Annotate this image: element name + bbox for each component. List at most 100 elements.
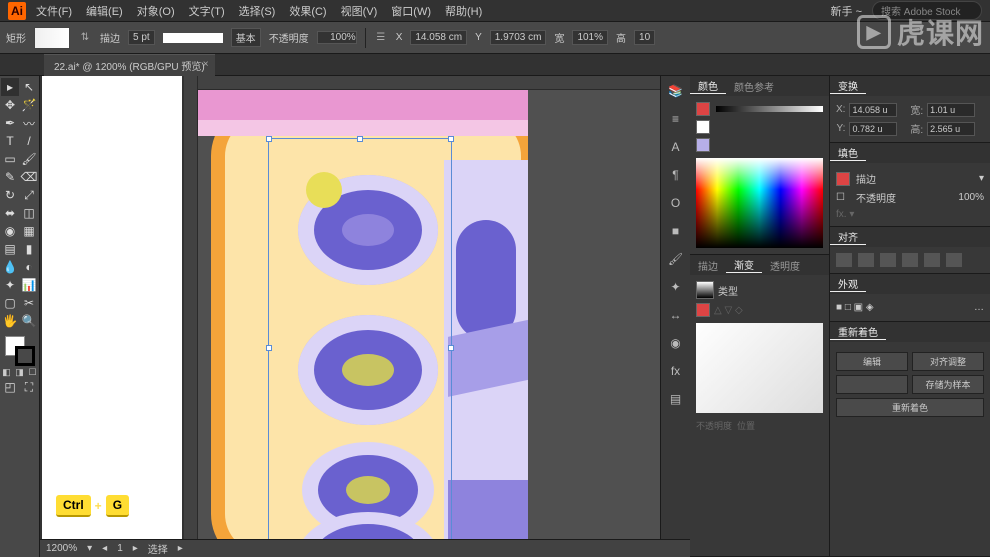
opacity-value[interactable]: 100% xyxy=(317,31,357,44)
tab-color-guide[interactable]: 颜色参考 xyxy=(726,79,782,94)
menu-view[interactable]: 视图(V) xyxy=(341,3,378,19)
recolor-save-btn[interactable]: 存储为样本 xyxy=(912,375,984,394)
nav-prev[interactable]: ◂ xyxy=(102,543,107,554)
h-value[interactable]: 10 xyxy=(634,30,655,45)
y-value[interactable]: 1.9703 cm xyxy=(490,30,547,45)
symbol-tool[interactable]: ✦ xyxy=(1,276,19,294)
blend-tool[interactable]: ◐ xyxy=(20,258,38,276)
curvature-tool[interactable]: 〰 xyxy=(20,114,38,132)
tab-color[interactable]: 颜色 xyxy=(690,78,726,94)
pen-tool[interactable]: ✒ xyxy=(1,114,19,132)
menu-file[interactable]: 文件(F) xyxy=(36,3,72,19)
w-value[interactable]: 101% xyxy=(572,30,608,45)
selection-tool[interactable]: ▸ xyxy=(1,78,19,96)
grad-fill[interactable] xyxy=(696,303,710,317)
symbols-icon[interactable]: ✦ xyxy=(667,278,685,296)
gradient-mode[interactable]: ◨ xyxy=(14,366,26,378)
character-icon[interactable]: A xyxy=(667,138,685,156)
nav-num[interactable]: 1 xyxy=(117,543,123,554)
align-left-icon[interactable] xyxy=(836,253,852,267)
canvas[interactable] xyxy=(184,76,690,557)
x-value[interactable]: 14.058 cm xyxy=(410,30,467,45)
color-spectrum[interactable] xyxy=(696,158,823,248)
color-slider[interactable] xyxy=(716,106,823,112)
align-center-h-icon[interactable] xyxy=(858,253,874,267)
stroke-indicator[interactable] xyxy=(696,120,710,134)
selection-bounding-box[interactable] xyxy=(268,138,452,557)
transform-icon[interactable]: ↔ xyxy=(667,306,685,324)
width-tool[interactable]: ⬌ xyxy=(1,204,19,222)
menu-effect[interactable]: 效果(C) xyxy=(289,3,326,19)
eraser-tool[interactable]: ⌫ xyxy=(20,168,38,186)
properties-icon[interactable]: ≡ xyxy=(667,110,685,128)
menu-help[interactable]: 帮助(H) xyxy=(445,3,482,19)
free-transform-tool[interactable]: ◫ xyxy=(20,204,38,222)
menu-window[interactable]: 窗口(W) xyxy=(391,3,431,19)
tab-align[interactable]: 对齐 xyxy=(830,229,866,245)
paragraph-icon[interactable]: ¶ xyxy=(667,166,685,184)
pencil-tool[interactable]: ✎ xyxy=(1,168,19,186)
handle-mr[interactable] xyxy=(448,345,454,351)
menu-edit[interactable]: 编辑(E) xyxy=(86,3,123,19)
search-stock[interactable]: 搜索 Adobe Stock xyxy=(872,1,982,20)
recolor-edit-btn[interactable]: 编辑 xyxy=(836,352,908,371)
graphic-styles-icon[interactable]: fx xyxy=(667,362,685,380)
ruler-vertical[interactable] xyxy=(184,76,198,557)
lasso-tool[interactable]: 🪄 xyxy=(20,96,38,114)
swap-icon[interactable]: ⇅ xyxy=(78,31,92,45)
none-mode[interactable]: ☐ xyxy=(27,366,39,378)
fill-none-icon[interactable] xyxy=(836,172,850,186)
tfm-h[interactable] xyxy=(927,122,975,136)
gradient-swatch[interactable] xyxy=(696,281,714,299)
recolor-blank-btn[interactable] xyxy=(836,375,908,394)
tab-stroke[interactable]: 描边 xyxy=(690,258,726,273)
draw-mode[interactable]: ◰ xyxy=(1,378,19,396)
stroke-weight[interactable]: 5 pt xyxy=(128,30,155,45)
tab-gradient[interactable]: 渐变 xyxy=(726,257,762,273)
appearance-icon[interactable]: ◉ xyxy=(667,334,685,352)
tab-transparency[interactable]: 透明度 xyxy=(762,258,808,273)
zoom-level[interactable]: 1200% xyxy=(46,543,77,554)
zoom-tool[interactable]: 🔍 xyxy=(20,312,38,330)
gradient-tool[interactable]: ▮ xyxy=(20,240,38,258)
recolor-main-btn[interactable]: 重新着色 xyxy=(836,398,984,417)
fill-swatch[interactable] xyxy=(34,27,70,49)
user-label[interactable]: 新手 ~ xyxy=(831,3,862,19)
menu-select[interactable]: 选择(S) xyxy=(239,3,276,19)
artboard-tool[interactable]: ▢ xyxy=(1,294,19,312)
nav-next[interactable]: ▸ xyxy=(133,543,138,554)
color-swatch[interactable] xyxy=(696,138,710,152)
tab-appearance[interactable]: 外观 xyxy=(830,276,866,292)
handle-tr[interactable] xyxy=(448,136,454,142)
tab-transform[interactable]: 变换 xyxy=(830,78,866,94)
gradient-preview[interactable] xyxy=(696,323,823,413)
recolor-adjust-btn[interactable]: 对齐调整 xyxy=(912,352,984,371)
type-tool[interactable]: T xyxy=(1,132,19,150)
layers-icon[interactable]: ▤ xyxy=(667,390,685,408)
rotate-tool[interactable]: ↻ xyxy=(1,186,19,204)
align-icon[interactable]: ☰ xyxy=(374,31,388,45)
close-icon[interactable]: × xyxy=(203,59,211,67)
ruler-horizontal[interactable] xyxy=(184,76,690,90)
opentype-icon[interactable]: O xyxy=(667,194,685,212)
opacity-val2[interactable]: 100% xyxy=(958,192,984,203)
line-tool[interactable]: / xyxy=(20,132,38,150)
direct-selection-tool[interactable]: ↖ xyxy=(20,78,38,96)
slice-tool[interactable]: ✂ xyxy=(20,294,38,312)
tab-fill[interactable]: 填色 xyxy=(830,145,866,161)
brushes-icon[interactable]: 🖌 xyxy=(667,250,685,268)
screen-mode[interactable]: ⛶ xyxy=(20,378,38,396)
tab-recolor[interactable]: 重新着色 xyxy=(830,324,886,340)
brush-tool[interactable]: 🖌 xyxy=(20,150,38,168)
handle-tl[interactable] xyxy=(266,136,272,142)
tfm-y[interactable] xyxy=(849,122,897,136)
handle-ml[interactable] xyxy=(266,345,272,351)
stroke-profile-preview[interactable] xyxy=(163,33,223,43)
graph-tool[interactable]: 📊 xyxy=(20,276,38,294)
tfm-x[interactable] xyxy=(849,103,897,117)
align-top-icon[interactable] xyxy=(902,253,918,267)
tfm-w[interactable] xyxy=(927,103,975,117)
libraries-icon[interactable]: 📚 xyxy=(667,82,685,100)
document-tab[interactable]: 22.ai* @ 1200% (RGB/GPU 预览) × xyxy=(44,54,215,76)
fill-indicator[interactable] xyxy=(696,102,710,116)
